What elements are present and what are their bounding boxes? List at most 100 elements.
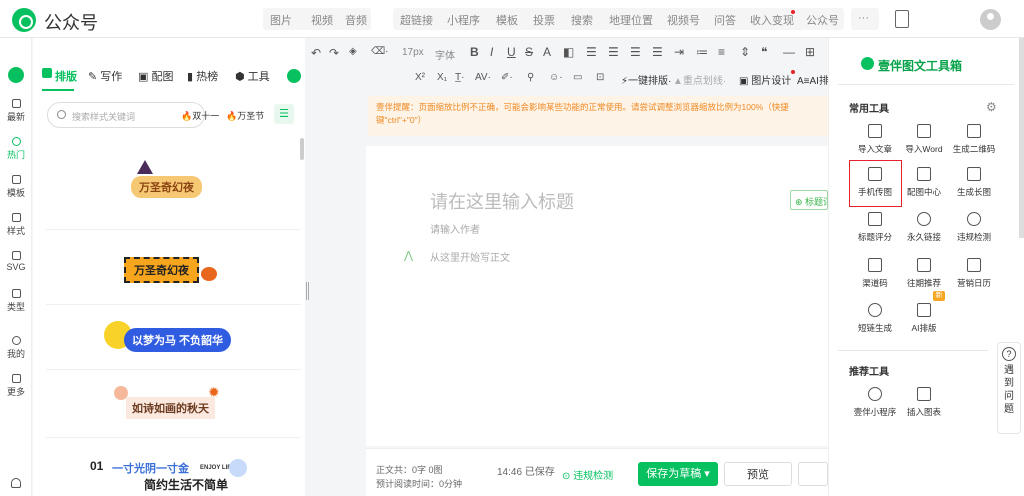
template-card[interactable]: 万圣奇幻夜: [46, 230, 301, 305]
preview-button[interactable]: 预览: [724, 462, 792, 486]
font-color-icon[interactable]: A: [543, 45, 551, 59]
nav-audio[interactable]: 音频: [345, 12, 367, 28]
nav-qa[interactable]: 问答: [714, 12, 736, 28]
title-score-button[interactable]: ⊕ 标题评: [790, 190, 828, 210]
emoji-icon[interactable]: ☺·: [549, 72, 563, 83]
rail-item-template[interactable]: 模板: [0, 175, 32, 199]
indent-icon[interactable]: ⇥: [674, 45, 684, 59]
nav-vote[interactable]: 投票: [533, 12, 555, 28]
bold-icon[interactable]: B: [470, 45, 479, 59]
nav-location[interactable]: 地理位置: [609, 12, 653, 28]
letter-spacing-icon[interactable]: AV·: [475, 72, 491, 83]
highlight-icon[interactable]: ◧: [563, 45, 574, 59]
rail-item-more[interactable]: 更多: [0, 374, 32, 398]
nav-hyperlink[interactable]: 超链接: [400, 12, 433, 28]
frame-icon[interactable]: ⊡: [596, 72, 604, 83]
one-key-layout-button[interactable]: ⚡一键排版·: [621, 72, 671, 87]
font-family-select[interactable]: 字体: [435, 47, 455, 62]
strikethrough-icon[interactable]: S: [525, 45, 533, 59]
title-input[interactable]: 请在这里输入标题: [430, 188, 574, 214]
template-card[interactable]: 万圣奇幻夜: [46, 140, 301, 230]
nav-video[interactable]: 视频: [311, 12, 333, 28]
spacing-icon[interactable]: T̲·: [455, 72, 464, 83]
settings-gear-icon[interactable]: ⚙: [986, 100, 997, 114]
rail-item-latest[interactable]: 最新: [0, 99, 32, 123]
tool-channel-code[interactable]: 渠道码: [849, 258, 901, 289]
table-icon[interactable]: ⊞: [805, 45, 815, 59]
tool-import-word[interactable]: 导入Word: [898, 124, 950, 155]
tool-long-image[interactable]: 生成长图: [948, 167, 1000, 198]
save-draft-button[interactable]: 保存为草稿 ▾: [638, 462, 718, 486]
justify-icon[interactable]: ☰: [652, 45, 663, 59]
tool-title-score[interactable]: 标题评分: [849, 212, 901, 243]
tab-trending[interactable]: ▮ 热榜: [187, 68, 218, 84]
redo-icon[interactable]: ↷: [329, 46, 339, 60]
superscript-icon[interactable]: X²: [415, 72, 425, 83]
italic-icon[interactable]: I: [490, 45, 493, 59]
nav-image[interactable]: 图片: [270, 12, 292, 28]
line-height-icon[interactable]: ⇕: [740, 45, 750, 59]
align-left-icon[interactable]: ☰: [586, 45, 597, 59]
tool-import-article[interactable]: 导入文章: [849, 124, 901, 155]
page-scrollbar[interactable]: [1019, 38, 1024, 238]
tool-short-link[interactable]: 短链生成: [849, 303, 901, 334]
panel-resize-handle[interactable]: [306, 282, 309, 300]
more-button[interactable]: [798, 462, 828, 486]
link-icon[interactable]: ⚲: [527, 72, 534, 83]
blockquote-icon[interactable]: ❝: [761, 45, 767, 59]
document-icon[interactable]: [895, 10, 909, 28]
rail-item-style[interactable]: 样式: [0, 213, 32, 237]
nav-search[interactable]: 搜索: [571, 12, 593, 28]
panel-scrollbar[interactable]: [300, 138, 304, 160]
nav-monetize[interactable]: 收入变现: [750, 12, 794, 28]
tool-ai-layout[interactable]: AI排版: [898, 303, 950, 334]
brush-icon[interactable]: ✐·: [501, 72, 513, 83]
image-design-button[interactable]: ▣ 图片设计: [739, 72, 791, 87]
tool-compliance-check[interactable]: 违规检测: [948, 212, 1000, 243]
headset-icon[interactable]: [11, 478, 21, 488]
template-card[interactable]: 如诗如画的秋天 ✹: [46, 370, 301, 438]
rail-item-type[interactable]: 类型: [0, 289, 32, 313]
unordered-list-icon[interactable]: ≡: [718, 45, 725, 59]
ai-write-icon[interactable]: ⋀: [404, 249, 413, 262]
html-icon[interactable]: ▭: [573, 72, 582, 83]
nav-channels[interactable]: 视频号: [667, 12, 700, 28]
tool-insert-chart[interactable]: 插入图表: [898, 387, 950, 418]
underline-icon[interactable]: U: [507, 45, 516, 59]
undo-icon[interactable]: ↶: [311, 46, 321, 60]
hr-icon[interactable]: —: [783, 45, 795, 59]
nav-official-account[interactable]: 公众号: [806, 12, 839, 28]
tab-image[interactable]: ▣ 配图: [138, 68, 173, 84]
tool-yiban-miniprogram[interactable]: 壹伴小程序: [849, 387, 901, 418]
tool-image-center[interactable]: 配图中心: [898, 167, 950, 198]
tool-past-recommend[interactable]: 往期推荐: [898, 258, 950, 289]
author-input[interactable]: 请输入作者: [430, 221, 480, 236]
body-input[interactable]: 从这里开始写正文: [430, 249, 510, 264]
tool-permanent-link[interactable]: 永久链接: [898, 212, 950, 243]
align-right-icon[interactable]: ☰: [630, 45, 641, 59]
help-button[interactable]: ? 遇 到 问 题: [997, 342, 1021, 434]
rail-item-hot[interactable]: 热门: [0, 137, 32, 161]
emphasis-underline-button[interactable]: ▲重点划线·: [673, 72, 726, 87]
tool-phone-upload[interactable]: 手机传图: [849, 167, 901, 198]
subscript-icon[interactable]: X₁: [437, 72, 447, 83]
nav-miniprogram[interactable]: 小程序: [447, 12, 480, 28]
tool-marketing-calendar[interactable]: 营销日历: [948, 258, 1000, 289]
nav-template[interactable]: 模板: [496, 12, 518, 28]
toggle-switch[interactable]: [287, 69, 301, 83]
template-card[interactable]: 01 一寸光阴一寸金 ENJOY LIFE 简约生活不简单: [46, 438, 301, 496]
format-painter-icon[interactable]: ◈: [349, 46, 357, 57]
ai-layout-button[interactable]: A≡AI排: [797, 72, 829, 87]
avatar[interactable]: [980, 9, 1001, 30]
font-size-select[interactable]: 17px: [402, 47, 424, 58]
tag-halloween[interactable]: 🔥万圣节: [226, 109, 264, 122]
list-view-icon[interactable]: ☰: [274, 104, 294, 124]
rail-item-svg[interactable]: SVG: [0, 251, 32, 272]
compliance-check-link[interactable]: ⊙ 违规检测: [562, 467, 613, 482]
tab-tools[interactable]: ⬢ 工具: [235, 68, 270, 84]
clear-format-icon[interactable]: ⌫·: [371, 46, 388, 57]
tool-qrcode[interactable]: 生成二维码: [948, 124, 1000, 155]
nav-more[interactable]: ···: [858, 12, 869, 24]
align-center-icon[interactable]: ☰: [608, 45, 619, 59]
tab-write[interactable]: ✎ 写作: [88, 68, 122, 84]
